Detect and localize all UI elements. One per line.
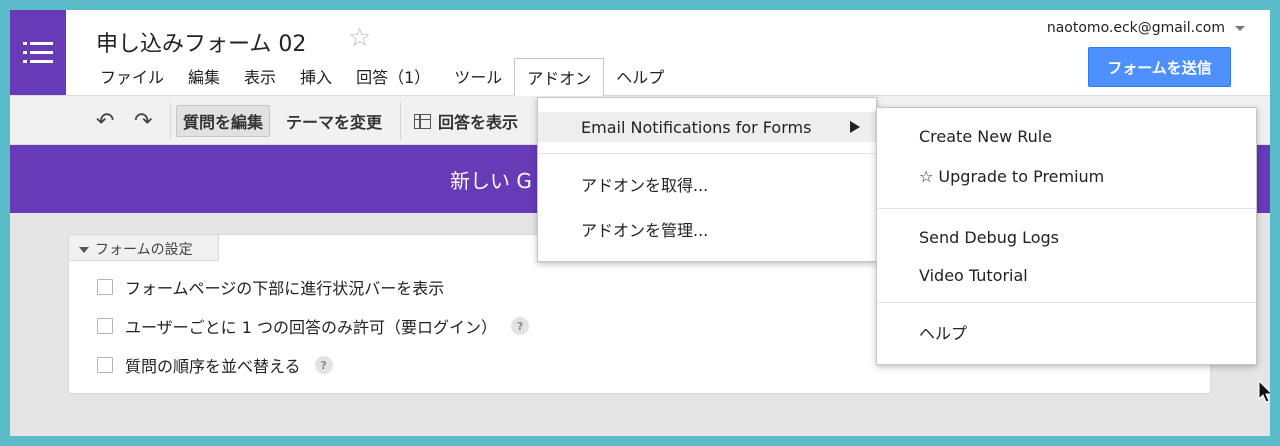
edit-questions-button[interactable]: 質問を編集 — [176, 105, 271, 137]
menu-edit[interactable]: 編集 — [176, 58, 232, 92]
form-settings-label: フォームの設定 — [95, 242, 193, 258]
redo-icon[interactable]: ↷ — [134, 109, 152, 134]
header: 申し込みフォーム 02 ☆ ファイル 編集 表示 挿入 回答（1） ツール アド… — [10, 10, 1270, 96]
table-icon — [414, 113, 431, 129]
progress-bar-checkbox[interactable] — [97, 279, 113, 295]
setting-label: フォームページの下部に進行状況バーを表示 — [125, 279, 445, 298]
main-menu-button[interactable] — [10, 10, 66, 95]
setting-label: ユーザーごとに 1 つの回答のみ許可（要ログイン） — [125, 318, 498, 337]
mouse-pointer-icon — [1258, 380, 1270, 403]
help-icon[interactable]: ? — [511, 317, 530, 335]
send-form-button[interactable]: フォームを送信 — [1088, 47, 1231, 87]
form-settings-toggle[interactable]: フォームの設定 — [69, 235, 219, 261]
account-email: naotomo.eck@gmail.com — [1046, 20, 1225, 36]
change-theme-button[interactable]: テーマを変更 — [280, 105, 388, 137]
upgrade-premium-item[interactable]: ☆ Upgrade to Premium — [919, 164, 1104, 188]
setting-shuffle-questions: 質問の順序を並べ替える ? — [97, 354, 333, 376]
video-tutorial-item[interactable]: Video Tutorial — [919, 263, 1028, 287]
menu-view[interactable]: 表示 — [232, 58, 288, 92]
menu-tools[interactable]: ツール — [442, 58, 514, 92]
triangle-down-icon — [79, 247, 89, 253]
shuffle-checkbox[interactable] — [97, 357, 113, 373]
hamburger-icon — [23, 41, 53, 64]
create-new-rule-item[interactable]: Create New Rule — [919, 124, 1052, 148]
manage-addons-item[interactable]: アドオンを管理... — [538, 214, 876, 244]
menu-responses[interactable]: 回答（1） — [344, 58, 442, 92]
get-addons-item[interactable]: アドオンを取得... — [538, 169, 876, 199]
menu-help[interactable]: ヘルプ — [604, 58, 676, 92]
menu-file[interactable]: ファイル — [88, 58, 176, 92]
document-title[interactable]: 申し込みフォーム 02 — [96, 26, 306, 58]
menu-divider — [538, 153, 876, 154]
submenu-arrow-icon — [850, 121, 860, 133]
app-window: 申し込みフォーム 02 ☆ ファイル 編集 表示 挿入 回答（1） ツール アド… — [10, 10, 1270, 436]
menubar: ファイル 編集 表示 挿入 回答（1） ツール アドオン ヘルプ — [88, 58, 676, 96]
addons-dropdown: Email Notifications for Forms アドオンを取得...… — [537, 97, 877, 262]
submenu-help-item[interactable]: ヘルプ — [919, 320, 967, 344]
send-debug-logs-item[interactable]: Send Debug Logs — [919, 225, 1059, 249]
caret-down-icon — [1235, 25, 1245, 31]
toolbar-divider — [170, 102, 171, 140]
toolbar-divider — [400, 102, 401, 140]
menu-addons[interactable]: アドオン — [514, 58, 605, 96]
addon-email-notifications[interactable]: Email Notifications for Forms — [538, 112, 876, 142]
account-switcher[interactable]: naotomo.eck@gmail.com — [1047, 20, 1245, 36]
view-responses-label: 回答を表示 — [438, 113, 519, 132]
menu-divider — [877, 208, 1256, 209]
one-response-checkbox[interactable] — [97, 318, 113, 334]
form-title[interactable]: 新しい G — [450, 165, 532, 194]
star-icon[interactable]: ☆ — [348, 23, 371, 53]
addon-label: Email Notifications for Forms — [581, 117, 812, 137]
email-notifications-submenu: Create New Rule ☆ Upgrade to Premium Sen… — [876, 107, 1257, 365]
undo-icon[interactable]: ↶ — [96, 109, 114, 134]
setting-label: 質問の順序を並べ替える — [125, 357, 301, 376]
setting-one-response: ユーザーごとに 1 つの回答のみ許可（要ログイン） ? — [97, 315, 530, 337]
menu-divider — [877, 302, 1256, 303]
view-responses-button[interactable]: 回答を表示 — [408, 105, 524, 137]
menu-insert[interactable]: 挿入 — [288, 58, 344, 92]
setting-progress-bar: フォームページの下部に進行状況バーを表示 — [97, 276, 444, 298]
help-icon[interactable]: ? — [314, 356, 333, 374]
